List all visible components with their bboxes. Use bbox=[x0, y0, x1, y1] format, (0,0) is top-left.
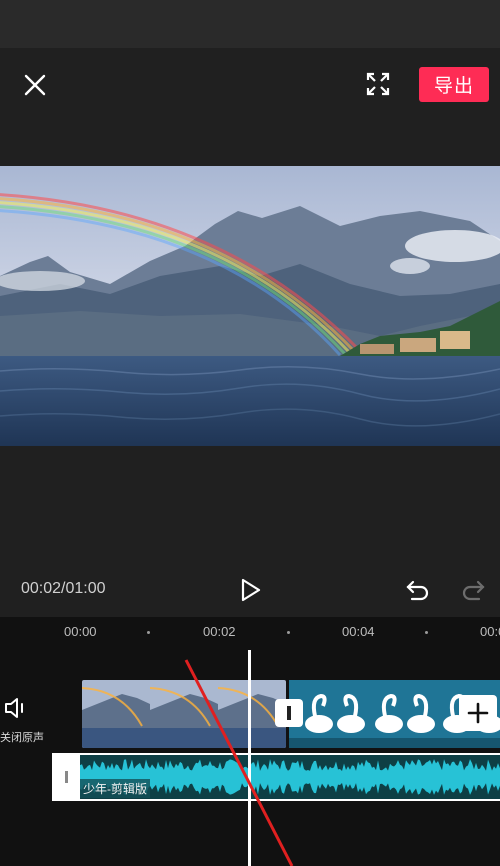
plus-icon bbox=[467, 702, 489, 724]
playback-controls: 00:02/01:00 bbox=[0, 566, 500, 614]
clip-thumbnails bbox=[82, 680, 286, 748]
playhead[interactable] bbox=[248, 650, 251, 866]
transition-handle[interactable] bbox=[275, 699, 303, 727]
mute-original-label: 关闭原声 bbox=[0, 732, 44, 744]
add-clip-button[interactable] bbox=[459, 695, 497, 731]
video-frame bbox=[0, 166, 500, 446]
time-readout: 00:02/01:00 bbox=[21, 580, 106, 597]
video-clip-rainbow[interactable] bbox=[82, 680, 286, 748]
ruler-tick bbox=[147, 631, 150, 634]
video-editor-screen: 导出 00:02/01:00 00:00 00:02 00:04 00: 关闭原… bbox=[0, 0, 500, 866]
video-preview[interactable] bbox=[0, 166, 500, 446]
audio-clip-label: 少年-剪辑版 bbox=[80, 779, 150, 798]
close-button[interactable] bbox=[18, 68, 52, 102]
status-bar bbox=[0, 0, 500, 48]
fullscreen-button[interactable] bbox=[362, 68, 394, 100]
undo-button[interactable] bbox=[404, 576, 432, 604]
ruler-tick bbox=[287, 631, 290, 634]
close-icon bbox=[24, 74, 46, 96]
redo-button[interactable] bbox=[459, 576, 487, 604]
speaker-icon bbox=[5, 698, 23, 718]
play-button[interactable] bbox=[238, 576, 264, 604]
ruler-label: 00:00 bbox=[64, 624, 97, 639]
ruler-label: 00:0 bbox=[480, 624, 500, 639]
grip-icon bbox=[65, 771, 68, 783]
undo-icon bbox=[406, 580, 429, 601]
audio-trim-handle[interactable] bbox=[54, 755, 80, 799]
play-icon bbox=[241, 578, 261, 602]
ruler-tick bbox=[425, 631, 428, 634]
top-bar: 导出 bbox=[0, 48, 500, 120]
ruler-label: 00:04 bbox=[342, 624, 375, 639]
handle-bar-icon bbox=[287, 706, 291, 720]
ruler-label: 00:02 bbox=[203, 624, 236, 639]
fullscreen-icon bbox=[366, 72, 390, 96]
redo-icon bbox=[462, 580, 485, 601]
export-button[interactable]: 导出 bbox=[419, 67, 489, 102]
